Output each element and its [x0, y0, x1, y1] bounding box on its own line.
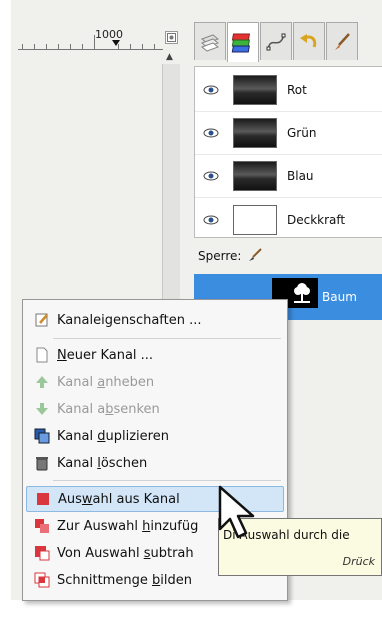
- lock-label: Sperre:: [198, 249, 242, 263]
- duplicate-icon: [31, 428, 53, 444]
- menu-item-label: Zur Auswahl hinzufüg: [57, 518, 199, 534]
- eye-icon[interactable]: [195, 214, 227, 226]
- ruler-tick: [82, 44, 83, 49]
- channel-label: Grün: [287, 126, 317, 140]
- menu-item-label: Von Auswahl subtrah: [57, 545, 194, 561]
- ruler-tick: [22, 44, 23, 49]
- arrow-down-icon: [31, 402, 53, 416]
- arrow-up-icon: [31, 375, 53, 389]
- channel-label: Blau: [287, 169, 314, 183]
- channel-row-blue[interactable]: Blau: [195, 155, 382, 198]
- tooltip-hint: Drück: [342, 555, 375, 568]
- menu-item-label: Schnittmenge bilden: [57, 572, 192, 588]
- tab-undo[interactable]: [293, 22, 325, 60]
- ruler-tick: [142, 44, 143, 49]
- menu-item-label: Kanal löschen: [57, 455, 148, 471]
- menu-separator: [53, 338, 281, 339]
- channel-thumbnail: [233, 75, 277, 105]
- menu-item-label: Kanal absenken: [57, 401, 160, 417]
- channels-icon: [231, 33, 251, 52]
- menu-item-delete-channel[interactable]: Kanal löschen: [26, 450, 284, 476]
- selection-add-icon: [31, 518, 53, 534]
- new-page-icon: [31, 347, 53, 363]
- menu-item-lower-channel[interactable]: Kanal absenken: [26, 396, 284, 422]
- channel-row-green[interactable]: Grün: [195, 112, 382, 155]
- undo-icon: [300, 33, 317, 48]
- channel-label: Rot: [287, 83, 307, 97]
- channel-row-alpha[interactable]: Deckkraft: [195, 198, 382, 241]
- channel-thumbnail: [233, 161, 277, 191]
- scroll-up-arrow-icon[interactable]: ▲: [166, 52, 173, 62]
- menu-item-label: Kanal duplizieren: [57, 428, 169, 444]
- ruler-tick: [70, 44, 71, 49]
- selection-icon: [32, 492, 54, 506]
- mouse-cursor-icon: [218, 485, 255, 539]
- ruler-pointer-icon: [112, 40, 120, 46]
- tab-channels[interactable]: [227, 22, 259, 62]
- channel-thumbnail: [233, 204, 277, 235]
- paths-icon: [266, 33, 286, 50]
- menu-item-label: Kanaleigenschaften ...: [57, 312, 202, 328]
- menu-item-label: Kanal anheben: [57, 374, 155, 390]
- eye-icon[interactable]: [195, 170, 227, 182]
- ruler-tick: [34, 44, 35, 49]
- channel-row-red[interactable]: Rot: [195, 69, 382, 112]
- navigate-icon[interactable]: [165, 31, 178, 44]
- tab-paths[interactable]: [260, 22, 292, 60]
- channel-label: Deckkraft: [287, 212, 346, 227]
- tab-layers[interactable]: [194, 22, 226, 60]
- lock-row: Sperre:: [194, 242, 382, 270]
- layers-icon: [200, 33, 220, 52]
- selection-subtract-icon: [31, 545, 53, 561]
- eye-icon[interactable]: [195, 84, 227, 96]
- selection-intersect-icon: [31, 572, 53, 588]
- menu-separator: [53, 480, 281, 481]
- menu-item-new-channel[interactable]: Neuer Kanal ...: [26, 342, 284, 368]
- menu-item-raise-channel[interactable]: Kanal anheben: [26, 369, 284, 395]
- ruler-tick: [46, 44, 47, 49]
- dock-tab-bar: [194, 22, 358, 62]
- eye-icon[interactable]: [195, 127, 227, 139]
- channel-label: Baum: [322, 290, 357, 304]
- menu-item-label: Auswahl aus Kanal: [58, 491, 180, 507]
- lock-brush-icon[interactable]: [247, 247, 263, 266]
- ruler-tick: [130, 44, 131, 49]
- tab-brushes[interactable]: [326, 22, 358, 60]
- menu-item-label: Neuer Kanal ...: [57, 347, 154, 363]
- channel-list: Rot Grün Blau Deckkraft: [194, 66, 382, 238]
- ruler-tick: [58, 44, 59, 49]
- trash-icon: [31, 455, 53, 471]
- channel-thumbnail: [233, 118, 277, 148]
- brush-icon: [335, 32, 350, 50]
- ruler-tick: [154, 44, 155, 49]
- menu-item-duplicate-channel[interactable]: Kanal duplizieren: [26, 423, 284, 449]
- menu-item-channel-properties[interactable]: Kanaleigenschaften ...: [26, 307, 284, 333]
- edit-icon: [31, 312, 53, 328]
- horizontal-ruler[interactable]: 1000: [18, 28, 163, 50]
